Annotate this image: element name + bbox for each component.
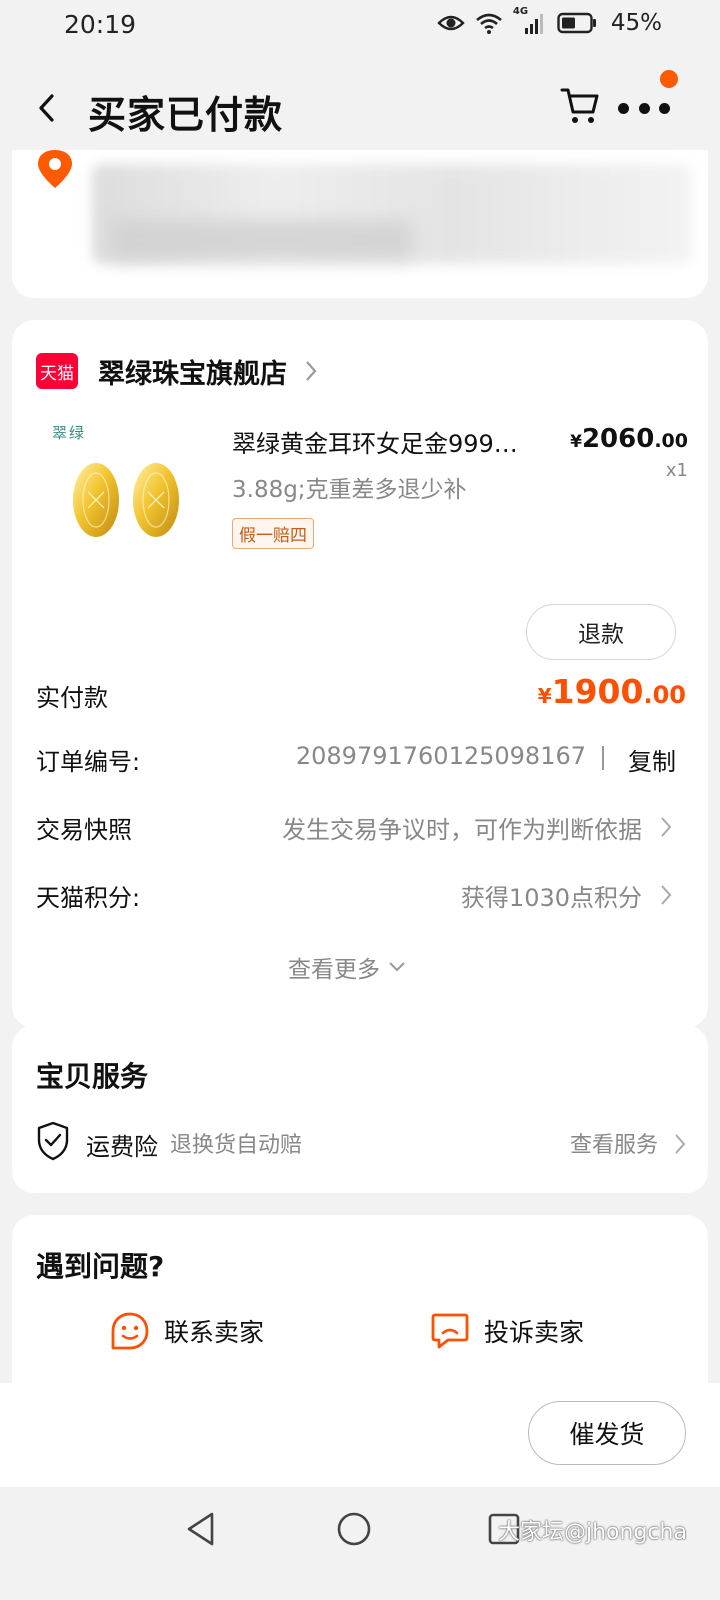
complaint-bubble-icon <box>431 1313 469 1349</box>
more-dot <box>638 102 650 114</box>
tmall-badge: 天猫 <box>36 353 78 389</box>
status-icons: 4G 45% <box>437 6 662 36</box>
chevron-right-icon <box>675 1134 686 1154</box>
see-more-label: 查看更多 <box>288 957 380 983</box>
see-more-button[interactable]: 查看更多 <box>288 950 406 984</box>
more-dot <box>659 102 670 114</box>
bottom-action-bar: 催发货 <box>0 1383 720 1487</box>
product-quantity: x1 <box>665 460 688 481</box>
cellular-signal-icon: 4G <box>513 6 547 36</box>
shield-check-icon <box>37 1121 69 1161</box>
status-time: 20:19 <box>64 10 137 39</box>
guarantee-badge: 假一赔四 <box>232 518 314 549</box>
product-title[interactable]: 翠绿黄金耳环女足金999… <box>232 424 552 459</box>
order-number-row: 订单编号: 2089791760125098167 复制 <box>36 736 676 780</box>
battery-percent: 45% <box>610 10 662 36</box>
snapshot-value: 发生交易争议时，可作为判断依据 <box>282 816 642 844</box>
product-image[interactable]: 翠绿 <box>36 412 206 582</box>
shipping-insurance-row[interactable]: 运费险 退换货自动赔 查看服务 <box>36 1119 686 1167</box>
product-price: ¥2060.00 <box>570 424 688 454</box>
store-name: 翠绿珠宝旗舰店 <box>98 358 287 390</box>
paid-amount: ¥1900.00 <box>538 672 686 711</box>
refund-button[interactable]: 退款 <box>526 604 676 660</box>
eye-icon <box>437 15 465 31</box>
price-decimal: .00 <box>654 430 688 452</box>
blurred-address-line <box>112 220 412 260</box>
service-card: 宝贝服务 运费险 退换货自动赔 查看服务 <box>12 1025 708 1193</box>
chevron-right-icon <box>306 361 317 381</box>
cart-button[interactable] <box>560 84 608 132</box>
nav-back-icon[interactable] <box>182 1509 222 1549</box>
more-dot <box>618 102 629 114</box>
page-title: 买家已付款 <box>88 93 284 137</box>
chat-face-icon <box>111 1312 149 1350</box>
paid-label: 实付款 <box>36 684 108 712</box>
points-value: 获得1030点积分 <box>460 884 642 912</box>
service-section-title: 宝贝服务 <box>36 1060 149 1093</box>
network-type: 4G <box>512 6 529 17</box>
complain-seller-button[interactable]: 投诉卖家 <box>430 1311 584 1351</box>
price-symbol: ¥ <box>570 432 582 452</box>
store-row[interactable]: 天猫 翠绿珠宝旗舰店 <box>36 350 317 392</box>
status-bar: 20:19 4G 45% <box>0 0 720 54</box>
points-row[interactable]: 天猫积分: 获得1030点积分 <box>36 872 676 916</box>
battery-icon <box>557 12 596 34</box>
order-number-label: 订单编号: <box>36 748 141 776</box>
contact-seller-label: 联系卖家 <box>164 1318 265 1347</box>
nav-home-icon[interactable] <box>334 1509 374 1549</box>
urge-shipping-button[interactable]: 催发货 <box>528 1401 686 1465</box>
location-pin-icon <box>38 150 72 188</box>
notification-dot <box>660 70 678 88</box>
points-label: 天猫积分: <box>36 884 141 912</box>
order-card: 天猫 翠绿珠宝旗舰店 翠绿 翠绿黄金耳环女足金999… 3.88g;克重差多退少… <box>12 320 708 1028</box>
back-arrow-icon <box>39 94 54 122</box>
help-section-title: 遇到问题? <box>36 1250 165 1283</box>
complain-seller-label: 投诉卖家 <box>484 1318 585 1347</box>
cart-icon <box>560 88 599 123</box>
nav-bar: 买家已付款 <box>0 62 720 154</box>
snapshot-label: 交易快照 <box>36 816 132 844</box>
copy-button[interactable]: 复制 <box>628 742 676 777</box>
view-service-link[interactable]: 查看服务 <box>570 1127 658 1159</box>
paid-amount-row: 实付款 ¥1900.00 <box>36 672 686 722</box>
help-card: 遇到问题? 联系卖家 投诉卖家 <box>12 1215 708 1383</box>
price-integer: 2060 <box>581 424 655 454</box>
paid-integer: 1900 <box>551 672 644 711</box>
product-spec: 3.88g;克重差多退少补 <box>232 477 467 503</box>
service-name: 运费险 <box>86 1133 158 1161</box>
chevron-down-icon <box>389 962 405 972</box>
paid-symbol: ¥ <box>537 684 552 708</box>
snapshot-row[interactable]: 交易快照 发生交易争议时，可作为判断依据 <box>36 804 676 848</box>
address-card[interactable] <box>12 150 708 298</box>
watermark: 大家坛@jhongcha <box>498 1520 687 1545</box>
contact-seller-button[interactable]: 联系卖家 <box>110 1311 264 1351</box>
paid-decimal: .00 <box>643 681 686 709</box>
wifi-icon <box>476 13 502 34</box>
order-number-value: 2089791760125098167 <box>295 742 586 770</box>
chevron-right-icon <box>661 817 672 837</box>
service-description: 退换货自动赔 <box>170 1133 303 1158</box>
chevron-right-icon <box>661 885 672 905</box>
more-button[interactable] <box>618 84 670 132</box>
brand-mark: 翠绿 <box>52 424 87 442</box>
divider <box>602 746 604 770</box>
back-button[interactable] <box>28 84 64 132</box>
